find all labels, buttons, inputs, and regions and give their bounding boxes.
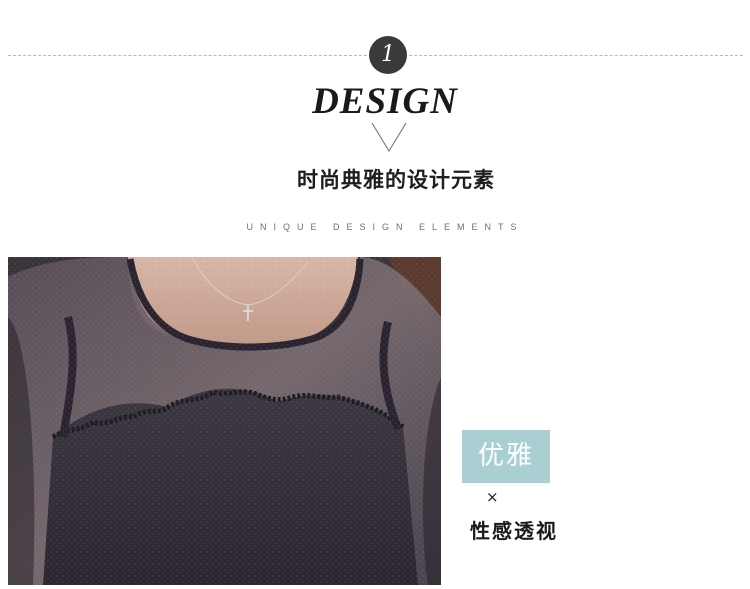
product-detail-photo <box>8 257 441 585</box>
chinese-heading: 时尚典雅的设计元素 <box>297 168 495 192</box>
feature-tag-primary: 优雅 <box>462 430 550 483</box>
tag-separator: × <box>486 488 499 506</box>
design-heading: DESIGN <box>312 81 458 122</box>
section-number-badge: 1 <box>369 36 407 74</box>
chevron-down-icon <box>371 122 407 152</box>
feature-tag-secondary: 性感透视 <box>470 519 558 543</box>
english-subheading: UNIQUE DESIGN ELEMENTS <box>246 222 524 232</box>
